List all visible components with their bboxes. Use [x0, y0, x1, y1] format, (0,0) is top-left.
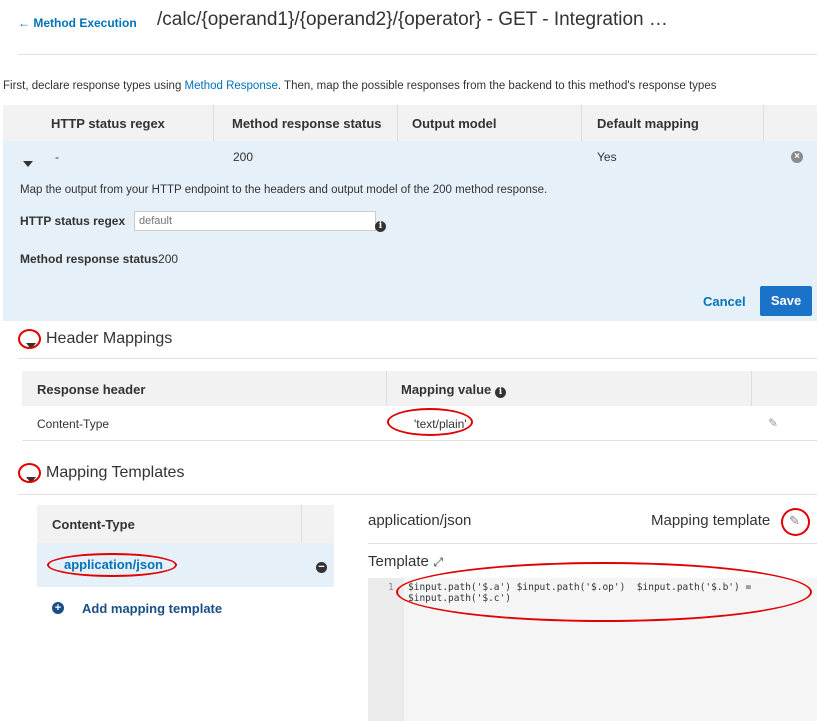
col-divider — [751, 371, 752, 406]
row-status: 200 — [233, 150, 254, 164]
editor-gutter — [368, 578, 404, 721]
add-icon: + — [52, 602, 64, 614]
response-table-header: HTTP status regex Method response status… — [3, 105, 817, 141]
content-type-item-label[interactable]: application/json — [64, 557, 163, 572]
row-regex: - — [55, 150, 59, 164]
method-response-status-value: 200 — [158, 252, 179, 266]
mapping-templates-title: Mapping Templates — [46, 464, 185, 481]
code-line: $input.path('$.c') — [408, 593, 511, 604]
edit-pencil-icon[interactable]: ✎ — [768, 416, 778, 430]
response-header-value: Content-Type — [37, 417, 110, 431]
cancel-button[interactable]: Cancel — [703, 294, 746, 309]
content-type-item-selected[interactable]: application/json − — [37, 543, 334, 587]
col-default-mapping: Default mapping — [597, 116, 699, 131]
expand-editor-icon[interactable]: ⤢ — [433, 555, 443, 569]
mapping-value-info-icon[interactable]: i — [494, 387, 506, 398]
mapping-templates-divider — [18, 494, 817, 495]
template-panel-title: application/json — [368, 512, 472, 529]
header-mappings-divider — [18, 358, 817, 359]
remove-template-icon[interactable]: − — [316, 562, 327, 573]
header-mapping-row: Content-Type 'text/plain' ✎ — [22, 406, 817, 441]
intro-text: First, declare response types using Meth… — [3, 80, 817, 92]
row-default-mapping: Yes — [597, 150, 617, 164]
col-divider — [386, 371, 387, 406]
col-method-response-status: Method response status — [232, 116, 382, 131]
col-divider — [397, 105, 398, 141]
col-mapping-value: Mapping value i — [401, 382, 506, 398]
col-http-status-regex: HTTP status regex — [51, 116, 165, 131]
intro-text-before: First, declare response types using — [3, 80, 185, 92]
content-type-list-header: Content-Type — [37, 505, 334, 543]
intro-text-after: . Then, map the possible responses from … — [277, 80, 717, 92]
col-divider — [763, 105, 764, 141]
template-panel-divider — [368, 543, 817, 544]
remove-response-icon[interactable]: × — [791, 151, 803, 163]
col-divider — [581, 105, 582, 141]
mapping-templates-toggle-icon[interactable] — [26, 470, 36, 488]
template-label: Template — [368, 553, 429, 570]
template-editor[interactable]: 1 $input.path('$.a') $input.path('$.op')… — [368, 578, 817, 721]
method-response-link[interactable]: Method Response — [185, 80, 278, 92]
http-status-regex-input[interactable] — [134, 211, 376, 231]
mapping-value[interactable]: 'text/plain' — [414, 417, 467, 431]
line-number: 1 — [388, 582, 394, 593]
col-divider — [213, 105, 214, 141]
content-type-column: Content-Type — [52, 517, 135, 532]
code-line: $input.path('$.a') $input.path('$.op') $… — [408, 582, 752, 593]
save-button[interactable]: Save — [760, 286, 812, 316]
edit-template-pencil-icon[interactable]: ✎ — [789, 513, 800, 529]
template-label-row: Template ⤢ — [368, 553, 443, 571]
page-header: ← Method Execution /calc/{operand1}/{ope… — [18, 8, 808, 40]
expand-row-caret-icon[interactable] — [23, 154, 33, 172]
header-mappings-title: Header Mappings — [46, 330, 173, 347]
method-response-status: Method response status200 — [20, 252, 178, 266]
col-divider — [301, 505, 302, 543]
response-table-row[interactable]: - 200 Yes × — [3, 141, 817, 173]
regex-info-icon[interactable]: i — [375, 215, 386, 233]
add-mapping-template-label[interactable]: Add mapping template — [82, 601, 222, 616]
back-link-method-execution[interactable]: ← Method Execution — [18, 16, 137, 30]
template-panel-type: Mapping template — [651, 512, 771, 529]
header-mappings-toggle-icon[interactable] — [26, 336, 36, 354]
http-status-regex-label: HTTP status regex — [20, 214, 126, 228]
detail-description: Map the output from your HTTP endpoint t… — [20, 184, 548, 196]
col-response-header: Response header — [37, 382, 146, 397]
col-output-model: Output model — [412, 116, 497, 131]
header-mappings-table-header: Response header Mapping value i — [22, 371, 817, 406]
page-title: /calc/{operand1}/{operand2}/{operator} -… — [157, 9, 668, 30]
method-response-status-label: Method response status — [20, 252, 159, 266]
header-divider — [18, 54, 817, 55]
